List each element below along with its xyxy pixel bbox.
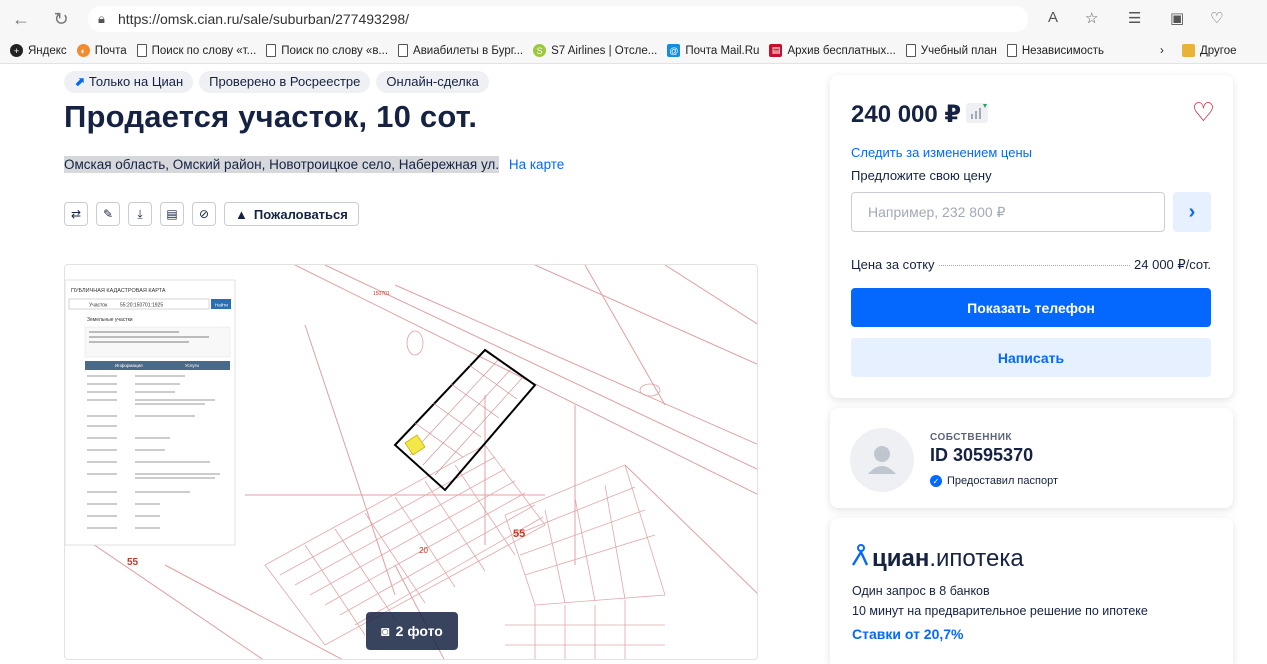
bookmark-other[interactable]: Другое (1182, 44, 1237, 57)
offer-price-input[interactable] (851, 192, 1165, 232)
mailru-icon: @ (667, 44, 681, 57)
passport-verified: ✓ Предоставил паспорт (930, 475, 1058, 487)
page-icon (136, 44, 147, 57)
map-search-type: Участок (89, 303, 108, 309)
avatar (850, 428, 914, 492)
browser-toolbar: ← ↻ 🔒︎ https://omsk.cian.ru/sale/suburba… (0, 0, 1267, 38)
map-label-20: 20 (419, 546, 428, 555)
read-aloud-icon[interactable]: A (1048, 9, 1058, 26)
print-icon[interactable]: ▤ (160, 202, 184, 226)
url-bar[interactable]: 🔒︎ https://omsk.cian.ru/sale/suburban/27… (88, 6, 1028, 32)
bookmarks-overflow-chevron-icon[interactable]: › (1160, 45, 1164, 57)
extensions-icon[interactable]: ♡ (1210, 9, 1223, 27)
warning-icon: ▲ (235, 206, 248, 222)
map-tab-info: Информация (115, 363, 143, 368)
download-icon[interactable]: ⤓ (128, 202, 152, 226)
cadastral-map-image: ПУБЛИЧНАЯ КАДАСТРОВАЯ КАРТА Участок 55:2… (65, 265, 757, 659)
favorite-heart-icon[interactable]: ♡ (1192, 97, 1215, 128)
bookmarks-bar: + Яндекс ◐ Почта Поиск по слову «т... Поис… (0, 38, 1267, 64)
camera-icon: ◙ (381, 623, 390, 639)
share-icon[interactable]: ⇄ (64, 202, 88, 226)
page-icon (905, 44, 916, 57)
lock-icon: 🔒︎ (98, 11, 105, 26)
url-text: https://omsk.cian.ru/sale/suburban/27749… (118, 11, 410, 27)
map-tab-services: Услуги (185, 363, 199, 368)
bookmark-pochta[interactable]: ◐ Почта (76, 44, 127, 57)
plus-icon: + (10, 44, 23, 57)
mortgage-line-1: Один запрос в 8 банков (852, 584, 990, 598)
offer-submit-chevron-icon[interactable]: › (1173, 192, 1211, 232)
owner-label: СОБСТВЕННИК (930, 432, 1013, 443)
map-search-button: Найти (215, 302, 228, 308)
owner-card: СОБСТВЕННИК ID 30595370 ✓ Предоставил па… (830, 408, 1233, 508)
per-sotka-value: 24 000 ₽/сот. (1134, 257, 1211, 272)
listing-badges: ⬈ Только на Циан Проверено в Росреестре О… (64, 71, 489, 93)
dotted-leader (938, 265, 1131, 266)
map-panel-header: ПУБЛИЧНАЯ КАДАСТРОВАЯ КАРТА (71, 288, 166, 294)
cian-arrow-icon: ⬈ (74, 74, 85, 89)
star-icon[interactable]: ☆ (1085, 9, 1098, 27)
bookmark-search-2[interactable]: Поиск по слову «в... (266, 44, 388, 57)
page-icon (266, 44, 277, 57)
badge-rosreestr: Проверено в Росреестре (199, 71, 371, 93)
follow-price-link[interactable]: Следить за изменением цены (851, 145, 1032, 160)
photo-count-button[interactable]: ◙ 2 фото (366, 612, 458, 650)
owner-id: ID 30595370 (930, 445, 1034, 465)
bookmark-s7[interactable]: S S7 Airlines | Отсле... (533, 44, 657, 57)
map-panel-title: Земельные участки (87, 317, 133, 323)
on-map-link[interactable]: На карте (509, 157, 564, 172)
bookmark-independence[interactable]: Независимость (1006, 44, 1104, 57)
listing-address: Омская область, Омский район, Новотроицк… (64, 156, 564, 173)
offer-price-label: Предложите свою цену (851, 168, 992, 183)
mortgage-line-2: 10 минут на предварительное решение по и… (852, 604, 1148, 618)
listing-photo[interactable]: ПУБЛИЧНАЯ КАДАСТРОВАЯ КАРТА Участок 55:2… (64, 264, 758, 660)
map-search-value: 55:20:150701:1925 (120, 303, 163, 309)
listing-actions: ⇄ ✎ ⤓ ▤ ⊘ ▲ Пожаловаться (64, 202, 359, 226)
complain-button[interactable]: ▲ Пожаловаться (224, 202, 359, 226)
address-text: Омская область, Омский район, Новотроицк… (64, 156, 500, 173)
map-label-55-left: 55 (127, 557, 139, 568)
mail-icon: ◐ (76, 44, 90, 57)
back-arrow-icon[interactable]: ← (10, 8, 32, 30)
badge-only-cian: ⬈ Только на Циан (64, 71, 194, 93)
bookmark-archive[interactable]: ▤ Архив бесплатных... (769, 44, 896, 57)
bookmark-search-1[interactable]: Поиск по слову «т... (136, 44, 256, 57)
bookmark-mailru[interactable]: @ Почта Mail.Ru (667, 44, 759, 57)
price-card: 240 000 ₽ ♡ Следить за изменением цены П… (830, 75, 1233, 398)
mortgage-rates-link[interactable]: Ставки от 20,7% (852, 626, 964, 642)
map-label-55-mid: 55 (513, 528, 525, 540)
page-title: Продается участок, 10 сот. (64, 99, 478, 134)
mortgage-product: .ипотека (929, 545, 1024, 572)
hide-icon[interactable]: ⊘ (192, 202, 216, 226)
page-icon (398, 44, 409, 57)
map-label-150701: 150701 (373, 291, 390, 297)
cian-logo-icon (852, 544, 868, 566)
favorites-icon[interactable]: ☰ (1128, 9, 1141, 27)
s7-icon: S (533, 44, 547, 57)
bookmark-avia[interactable]: Авиабилеты в Бург... (398, 44, 523, 57)
price-per-sotka: Цена за сотку 24 000 ₽/сот. (851, 257, 1211, 273)
page-icon (1006, 44, 1017, 57)
collections-icon[interactable]: ▣ (1170, 9, 1184, 27)
folder-icon (1182, 44, 1195, 57)
price-value: 240 000 ₽ (851, 101, 962, 128)
write-button[interactable]: Написать (851, 338, 1211, 377)
cian-mortgage-logo: циан .ипотека (852, 544, 1024, 573)
cian-brand: циан (872, 545, 930, 572)
bookmark-plan[interactable]: Учебный план (905, 44, 997, 57)
edit-icon[interactable]: ✎ (96, 202, 120, 226)
price-history-icon[interactable] (966, 103, 988, 123)
show-phone-button[interactable]: Показать телефон (851, 288, 1211, 327)
reload-icon[interactable]: ↻ (50, 8, 72, 30)
mortgage-card[interactable]: циан .ипотека Один запрос в 8 банков 10 м… (830, 518, 1233, 664)
bookmark-yandex[interactable]: + Яндекс (10, 44, 67, 57)
verified-check-icon: ✓ (930, 475, 942, 487)
per-sotka-label: Цена за сотку (851, 257, 935, 272)
archive-icon: ▤ (769, 44, 783, 57)
badge-online-deal: Онлайн-сделка (376, 71, 489, 93)
